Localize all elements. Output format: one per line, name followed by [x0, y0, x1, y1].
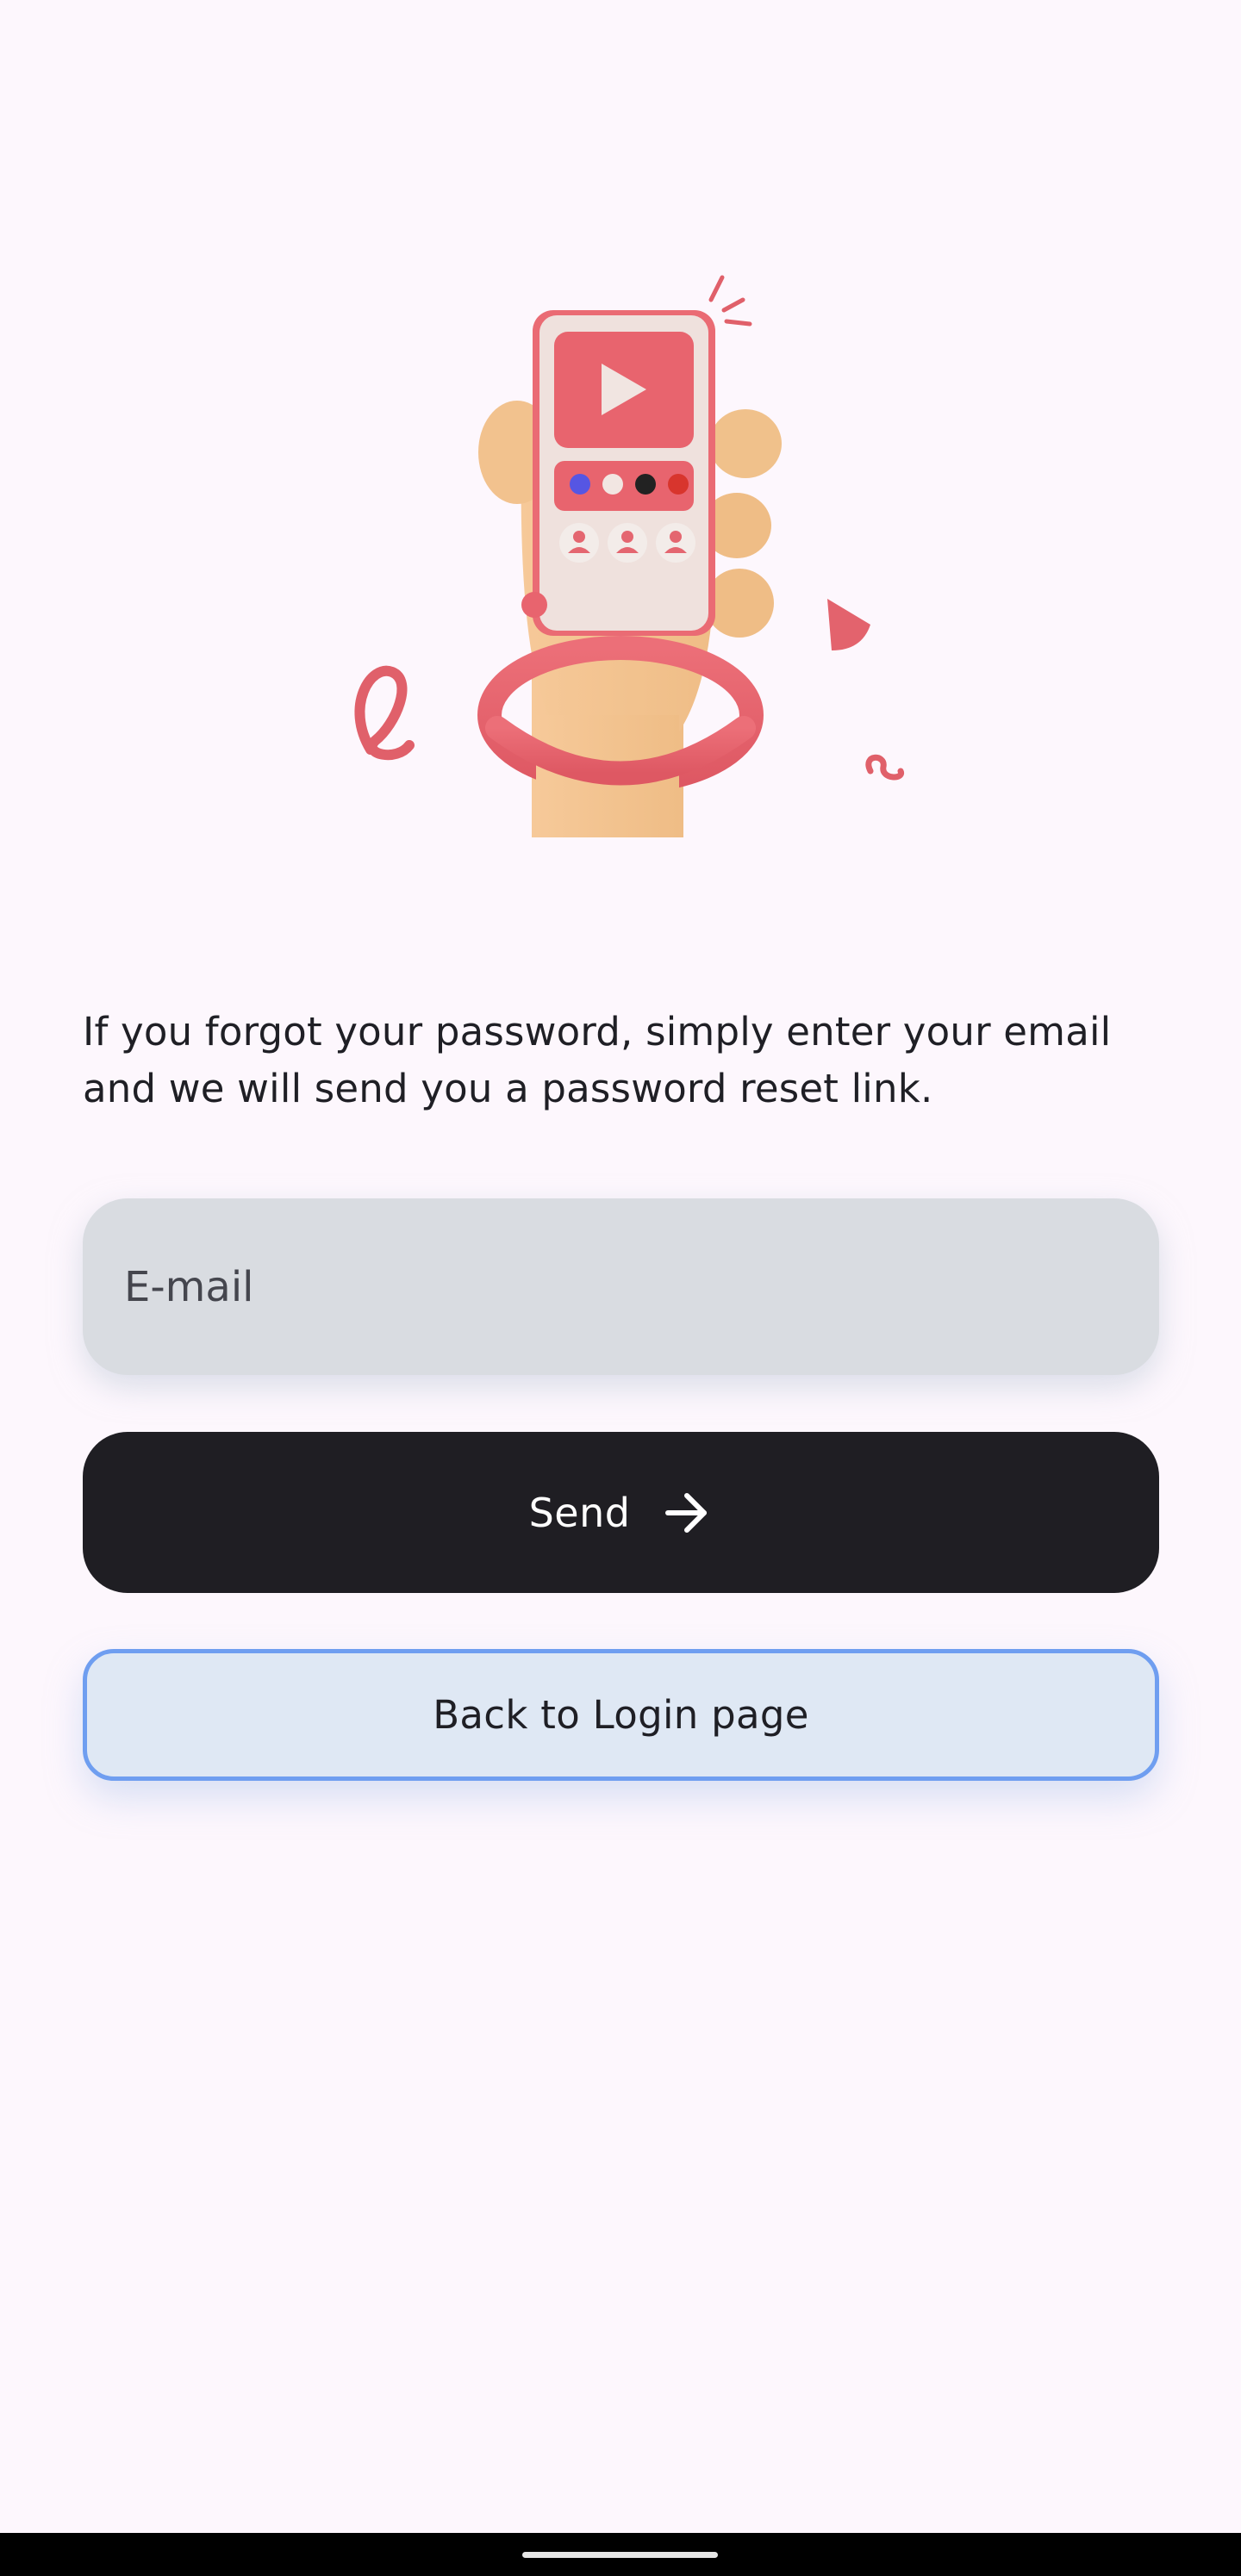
home-handle[interactable]	[522, 2552, 718, 2558]
confetti-icon	[865, 754, 904, 781]
confetti-icon	[354, 665, 415, 761]
send-button[interactable]: Send	[83, 1432, 1159, 1593]
email-field[interactable]	[83, 1198, 1159, 1375]
back-to-login-label: Back to Login page	[433, 1692, 809, 1738]
hand-phone-illustration	[310, 258, 931, 862]
send-button-label: Send	[528, 1489, 631, 1536]
cone-icon	[827, 599, 870, 650]
system-navigation-bar	[0, 2533, 1241, 2576]
arrow-right-icon	[665, 1492, 708, 1533]
back-to-login-button[interactable]: Back to Login page	[83, 1649, 1159, 1781]
spark-icon	[708, 275, 752, 327]
email-input[interactable]	[122, 1261, 1159, 1312]
instruction-text: If you forgot your password, simply ente…	[83, 1009, 1112, 1111]
smartphone-icon	[521, 310, 715, 636]
avatar-icon	[559, 523, 695, 563]
